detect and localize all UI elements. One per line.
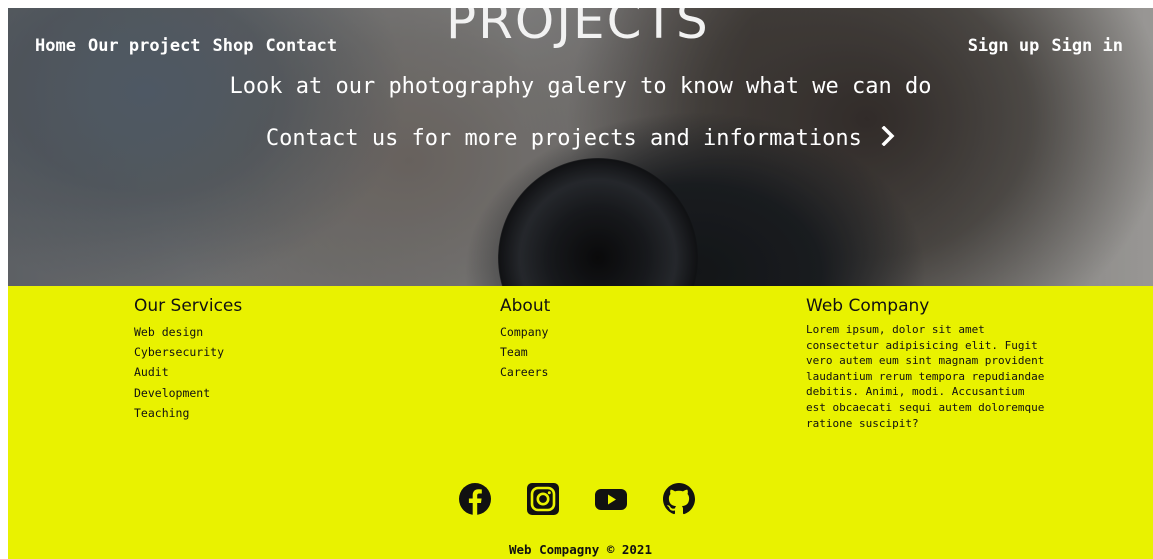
facebook-icon[interactable] (458, 482, 492, 516)
footer-services-column: Our Services Web design Cybersecurity Au… (134, 296, 242, 423)
github-icon[interactable] (662, 482, 696, 516)
sign-up-link[interactable]: Sign up (968, 36, 1040, 56)
nav-link-contact[interactable]: Contact (266, 36, 338, 56)
footer-company-column: Web Company Lorem ipsum, dolor sit amet … (806, 296, 1046, 431)
instagram-icon[interactable] (526, 482, 560, 516)
social-links (458, 482, 696, 516)
main-nav: Home Our project Shop Contact (35, 36, 337, 56)
hero-section: PROJECTS Home Our project Shop Contact S… (8, 8, 1153, 286)
youtube-icon[interactable] (594, 482, 628, 516)
hero-subtitle: Look at our photography galery to know w… (229, 74, 932, 99)
company-description: Lorem ipsum, dolor sit amet consectetur … (806, 323, 1045, 430)
contact-cta-link[interactable]: Contact us for more projects and informa… (8, 125, 1153, 152)
sign-in-link[interactable]: Sign in (1051, 36, 1123, 56)
copyright-text: Web Compagny © 2021 (509, 542, 652, 557)
footer: Our Services Web design Cybersecurity Au… (8, 286, 1153, 559)
footer-about-column: About Company Team Careers (500, 296, 550, 383)
service-link-audit[interactable]: Audit (134, 362, 242, 382)
nav-link-shop[interactable]: Shop (213, 36, 254, 56)
about-heading: About (500, 296, 551, 316)
service-link-web-design[interactable]: Web design (134, 322, 242, 342)
about-link-team[interactable]: Team (500, 342, 550, 362)
nav-link-our-project[interactable]: Our project (88, 36, 201, 56)
auth-nav: Sign up Sign in (968, 36, 1123, 56)
services-heading: Our Services (134, 296, 243, 316)
page-title: PROJECTS (446, 8, 710, 50)
nav-link-home[interactable]: Home (35, 36, 76, 56)
service-link-cybersecurity[interactable]: Cybersecurity (134, 342, 242, 362)
service-link-teaching[interactable]: Teaching (134, 403, 242, 423)
contact-cta-label: Contact us for more projects and informa… (265, 126, 862, 151)
chevron-right-icon (881, 125, 895, 152)
service-link-development[interactable]: Development (134, 383, 242, 403)
company-heading: Web Company (806, 296, 930, 316)
page-frame: PROJECTS Home Our project Shop Contact S… (8, 8, 1153, 559)
about-link-careers[interactable]: Careers (500, 362, 550, 382)
about-link-company[interactable]: Company (500, 322, 550, 342)
